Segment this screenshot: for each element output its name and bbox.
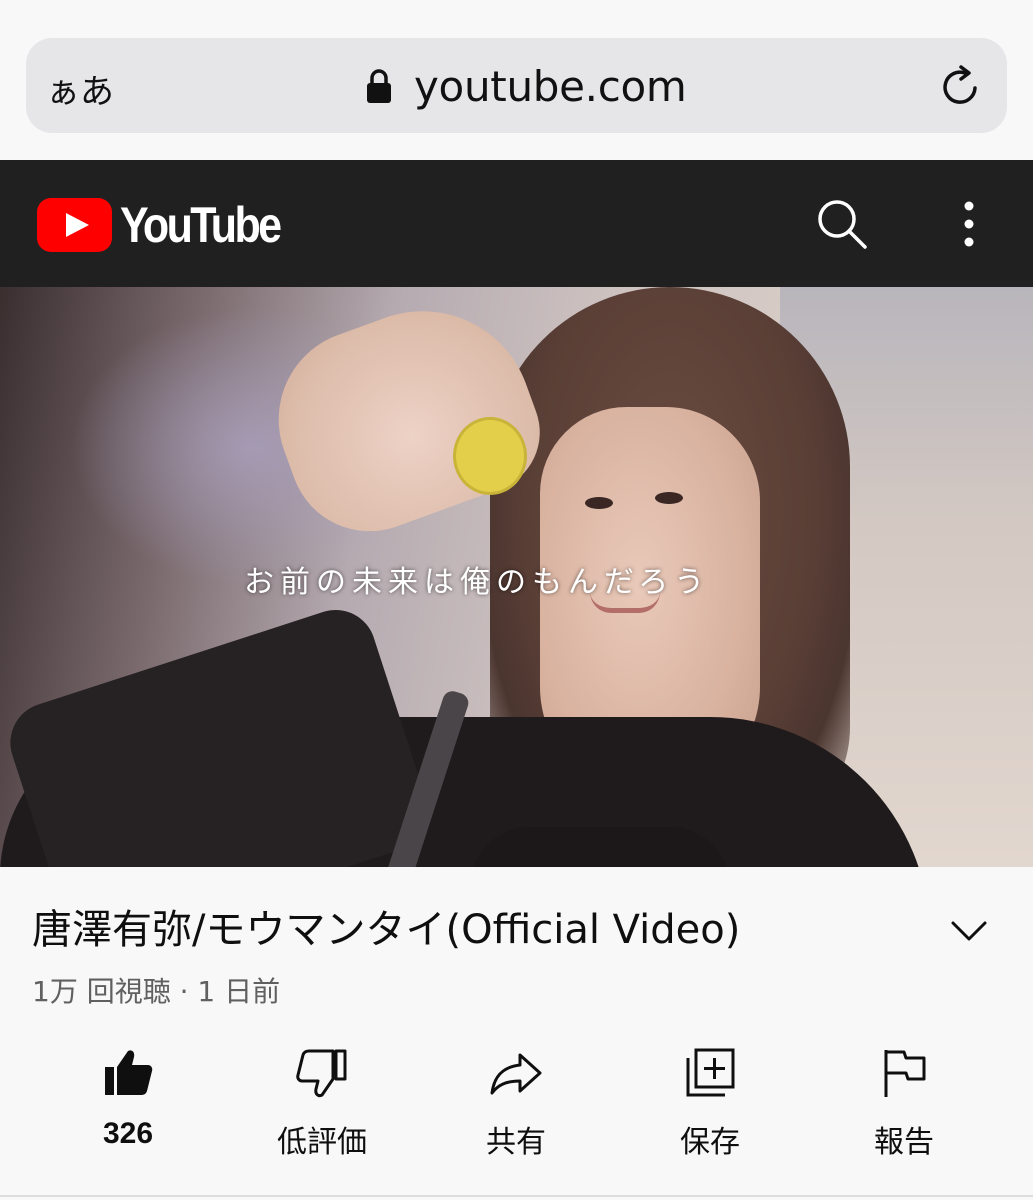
share-button[interactable]: 共有 (426, 1047, 606, 1161)
like-count: 326 (102, 1117, 154, 1150)
youtube-wordmark: YouTube (120, 197, 282, 253)
video-title[interactable]: 唐澤有弥/モウマンタイ(Official Video) (32, 897, 740, 955)
search-icon[interactable] (816, 198, 868, 250)
save-playlist-icon (686, 1048, 735, 1097)
youtube-logo[interactable]: YouTube (37, 196, 305, 254)
view-count-date: 1万 回視聴 · 1 日前 (32, 975, 281, 1008)
thumbs-up-filled-icon (105, 1050, 153, 1095)
reload-icon[interactable] (939, 64, 983, 108)
person-eye (655, 492, 683, 504)
chevron-down-icon[interactable] (950, 920, 988, 942)
flag-icon (884, 1050, 926, 1097)
person-arm (0, 599, 439, 867)
action-bar: 326 低評価 共有 保存 報告 (0, 1047, 1033, 1167)
browser-toolbar: ぁあ youtube.com (0, 0, 1033, 160)
sweater-collar (470, 827, 730, 867)
thumbs-down-icon (296, 1049, 347, 1098)
report-button[interactable]: 報告 (814, 1047, 994, 1161)
like-button[interactable]: 326 (38, 1047, 218, 1151)
url-text: youtube.com (414, 61, 687, 111)
dislike-label: 低評価 (277, 1125, 367, 1160)
text-size-button[interactable]: ぁあ (46, 64, 114, 113)
share-label: 共有 (486, 1125, 546, 1160)
minion-badge (453, 417, 527, 495)
youtube-header: YouTube (0, 160, 1033, 287)
address-bar[interactable]: ぁあ youtube.com (26, 38, 1007, 133)
youtube-play-icon (37, 198, 112, 252)
share-icon (490, 1053, 542, 1095)
lock-icon (366, 68, 392, 104)
url-display[interactable]: youtube.com (366, 60, 687, 112)
report-label: 報告 (874, 1125, 934, 1160)
divider (0, 1195, 1033, 1197)
video-subtitle: お前の未来は俺のもんだろう (244, 565, 711, 600)
dislike-button[interactable]: 低評価 (232, 1047, 412, 1161)
more-vertical-icon[interactable] (955, 200, 983, 248)
save-label: 保存 (680, 1125, 740, 1160)
person-eye (585, 497, 613, 509)
video-player[interactable]: お前の未来は俺のもんだろう (0, 287, 1033, 867)
video-info: 唐澤有弥/モウマンタイ(Official Video) 1万 回視聴 · 1 日… (0, 867, 1033, 1200)
save-button[interactable]: 保存 (620, 1047, 800, 1161)
